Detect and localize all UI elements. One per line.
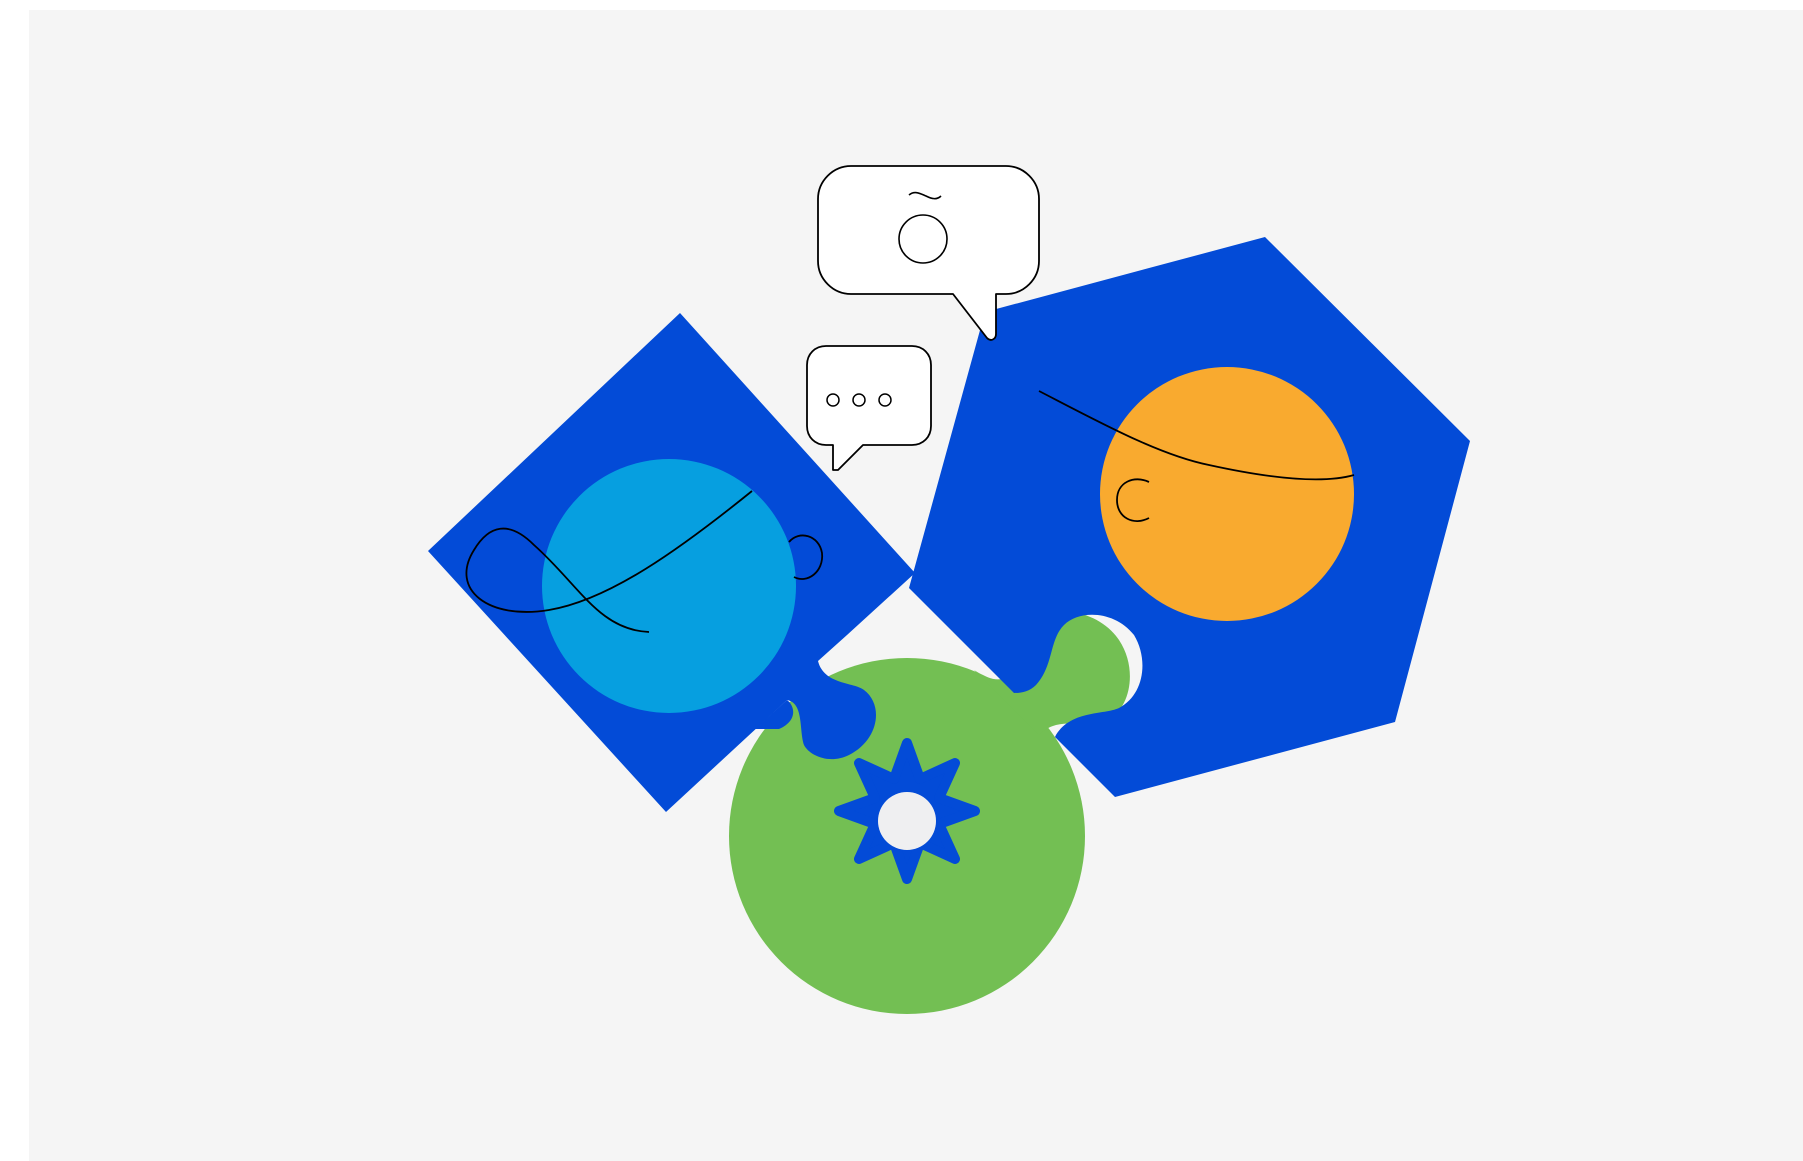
- orange-circle: [1100, 367, 1354, 621]
- illustration-panel: [29, 10, 1803, 1161]
- gear-hub: [878, 792, 936, 850]
- gear-icon: [834, 738, 980, 884]
- light-blue-circle: [542, 459, 796, 713]
- illustration-canvas: [0, 0, 1803, 1161]
